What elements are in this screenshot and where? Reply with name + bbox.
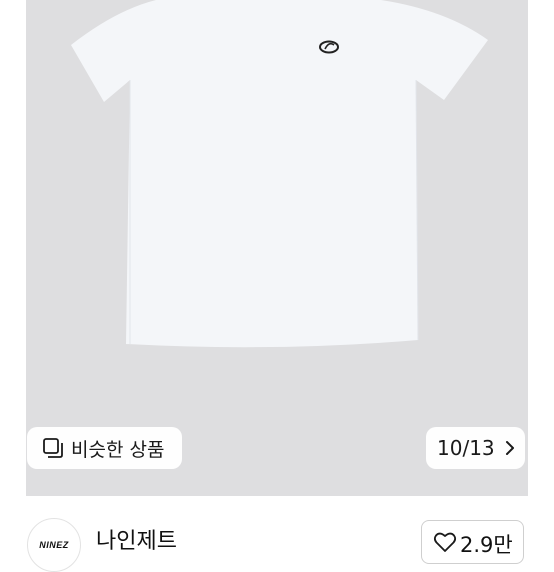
similar-items-label: 비슷한 상품 bbox=[71, 438, 165, 461]
similar-items-icon bbox=[42, 437, 64, 459]
image-counter-text: 10/13 bbox=[437, 436, 495, 460]
like-count: 2.9만 bbox=[460, 533, 513, 557]
product-photo[interactable] bbox=[26, 0, 528, 496]
shop-info-row: NINEZ 나인제트 2.9만 bbox=[0, 496, 554, 572]
heart-outline-icon bbox=[433, 531, 457, 553]
tshirt-image bbox=[71, 0, 488, 348]
shop-logo-text: NINEZ bbox=[39, 540, 69, 550]
chevron-right-icon bbox=[504, 440, 516, 456]
like-button[interactable]: 2.9만 bbox=[421, 520, 524, 564]
shop-avatar[interactable]: NINEZ bbox=[27, 518, 81, 572]
image-counter-button[interactable]: 10/13 bbox=[426, 427, 525, 469]
similar-items-button[interactable]: 비슷한 상품 bbox=[27, 427, 182, 469]
shop-name[interactable]: 나인제트 bbox=[96, 531, 177, 553]
